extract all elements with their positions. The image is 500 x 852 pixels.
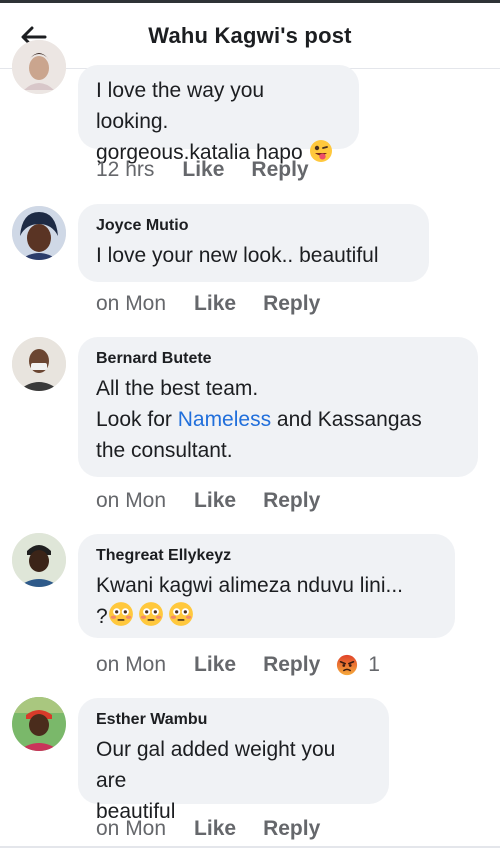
like-button[interactable]: Like xyxy=(194,653,236,677)
comment-bubble: Thegreat Ellykeyz Kwani kagwi alimeza nd… xyxy=(78,534,455,638)
comment-author[interactable]: Esther Wambu xyxy=(96,710,371,730)
winking-tongue-face-icon xyxy=(309,140,332,162)
comment-line: Our gal added weight you are xyxy=(96,738,336,792)
comment-text: I love the way you looking. gorgeous.kat… xyxy=(96,75,341,168)
reaction-count: 1 xyxy=(368,653,380,676)
comment-text: Our gal added weight you are beautiful xyxy=(96,734,371,827)
angry-face-icon xyxy=(337,654,358,676)
avatar[interactable] xyxy=(12,697,66,751)
page-title: Wahu Kagwi's post xyxy=(148,23,352,48)
avatar[interactable] xyxy=(12,206,66,260)
comment-author[interactable]: Bernard Butete xyxy=(96,349,460,369)
comment-actions: on Mon Like Reply xyxy=(96,292,320,316)
comment-actions: on Mon Like Reply 1 xyxy=(96,653,380,677)
comment-timestamp[interactable]: on Mon xyxy=(96,292,166,316)
comment-actions: on Mon Like Reply xyxy=(96,489,320,513)
flushed-face-icon xyxy=(138,602,163,626)
reply-button[interactable]: Reply xyxy=(263,817,320,841)
comment-line: the consultant. xyxy=(96,439,233,462)
like-button[interactable]: Like xyxy=(194,292,236,316)
comment-bubble: I love the way you looking. gorgeous.kat… xyxy=(78,65,359,164)
comment-author[interactable]: Thegreat Ellykeyz xyxy=(96,546,437,566)
comment-line: and Kassangas xyxy=(271,408,422,431)
reaction-summary[interactable]: 1 xyxy=(336,653,380,677)
comment-bubble: Joyce Mutio I love your new look.. beaut… xyxy=(78,204,429,282)
divider xyxy=(0,846,500,848)
reply-button[interactable]: Reply xyxy=(251,158,308,182)
flushed-face-icon xyxy=(168,602,193,626)
comment-text: Kwani kagwi alimeza nduvu lini... ? xyxy=(96,570,437,632)
avatar[interactable] xyxy=(12,533,66,587)
comment-actions: on Mon Like Reply xyxy=(96,817,320,841)
like-button[interactable]: Like xyxy=(182,158,224,182)
comment-text: I love your new look.. beautiful xyxy=(96,244,379,267)
comment-actions: 12 hrs Like Reply xyxy=(96,158,309,182)
comment-line: ? xyxy=(96,605,108,628)
comment-line: Look for xyxy=(96,408,178,431)
comment-bubble: Bernard Butete All the best team. Look f… xyxy=(78,337,478,477)
comment-line: Kwani kagwi alimeza nduvu lini... xyxy=(96,574,403,597)
comment-line: I love the way you looking. xyxy=(96,79,265,133)
flushed-face-icon xyxy=(108,602,133,626)
reply-button[interactable]: Reply xyxy=(263,653,320,677)
avatar[interactable] xyxy=(12,337,66,391)
comment-line: All the best team. xyxy=(96,377,259,400)
comment-timestamp[interactable]: 12 hrs xyxy=(96,158,154,182)
comment-bubble: Esther Wambu Our gal added weight you ar… xyxy=(78,698,389,823)
like-button[interactable]: Like xyxy=(194,489,236,513)
comment-text: All the best team. Look for Nameless and… xyxy=(96,373,460,466)
reply-button[interactable]: Reply xyxy=(263,489,320,513)
comment-author[interactable]: Joyce Mutio xyxy=(96,216,411,236)
post-header: Wahu Kagwi's post xyxy=(0,3,500,69)
avatar[interactable] xyxy=(12,40,66,94)
reply-button[interactable]: Reply xyxy=(263,292,320,316)
comment-timestamp[interactable]: on Mon xyxy=(96,817,166,841)
comment-timestamp[interactable]: on Mon xyxy=(96,489,166,513)
comment-timestamp[interactable]: on Mon xyxy=(96,653,166,677)
mention-link[interactable]: Nameless xyxy=(178,408,271,431)
like-button[interactable]: Like xyxy=(194,817,236,841)
